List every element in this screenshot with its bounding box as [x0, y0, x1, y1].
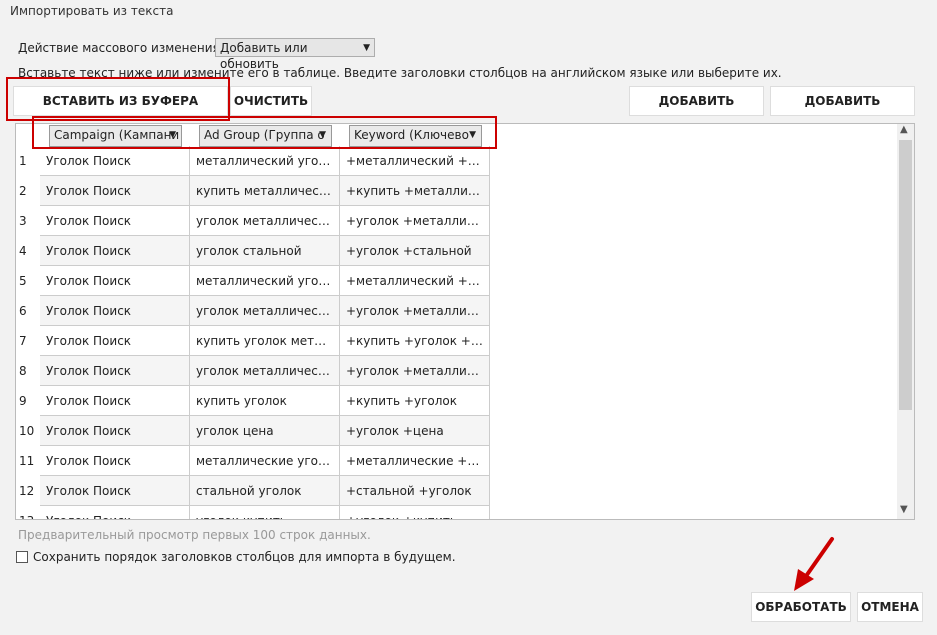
- row-number: 9: [19, 394, 27, 408]
- paste-clipboard-button[interactable]: ВСТАВИТЬ ИЗ БУФЕРА ОБМЕНА: [13, 86, 228, 136]
- chevron-down-icon: ▼: [363, 43, 370, 53]
- table-row[interactable]: 5 Уголок Поиск металлический уголок +металл…: [16, 266, 496, 296]
- grid-cell[interactable]: Уголок Поиск: [40, 146, 190, 176]
- row-number: 7: [19, 334, 27, 348]
- row-number: 2: [19, 184, 27, 198]
- preview-note: Предварительный просмотр первых 100 стро…: [18, 528, 371, 542]
- cancel-button[interactable]: ОТМЕНА: [857, 592, 923, 622]
- grid-cell[interactable]: уголок цена: [190, 416, 340, 446]
- grid-cell[interactable]: металлический уголок: [190, 266, 340, 296]
- grid-cell[interactable]: Уголок Поиск: [40, 506, 190, 519]
- grid-cell[interactable]: +стальной +уголок: [340, 476, 490, 506]
- row-number: 1: [19, 154, 27, 168]
- data-grid[interactable]: Campaign (Кампани ▼ Ad Group (Группа о ▼ K…: [15, 123, 915, 520]
- grid-cell[interactable]: +уголок +купить: [340, 506, 490, 519]
- table-row[interactable]: 13Уголок Поискуголок купить+уголок +купи…: [16, 506, 496, 519]
- grid-cell[interactable]: +уголок +цена: [340, 416, 490, 446]
- row-number: 8: [19, 364, 27, 378]
- save-order-checkbox[interactable]: [16, 551, 28, 563]
- grid-cell[interactable]: Уголок Поиск: [40, 356, 190, 386]
- header-highlight-box: [32, 116, 497, 149]
- table-row[interactable]: 3 Уголок Поиск уголок металлический +уголок…: [16, 206, 496, 236]
- grid-cell[interactable]: Уголок Поиск: [40, 416, 190, 446]
- table-row[interactable]: 2 Уголок Поиск купить металлически… +купить…: [16, 176, 496, 206]
- grid-cell[interactable]: +металлические +уго…: [340, 446, 490, 476]
- row-number: 11: [19, 454, 35, 468]
- grid-cell[interactable]: Уголок Поиск: [40, 236, 190, 266]
- row-number: 4: [19, 244, 27, 258]
- save-order-label: Сохранить порядок заголовков столбцов дл…: [33, 550, 456, 564]
- grid-cell[interactable]: уголок металлически…: [190, 296, 340, 326]
- row-number: 5: [19, 274, 27, 288]
- grid-cell[interactable]: +уголок +стальной: [340, 236, 490, 266]
- grid-cell[interactable]: +металлический +уго…: [340, 146, 490, 176]
- grid-cell[interactable]: купить уголок металл…: [190, 326, 340, 356]
- grid-cell[interactable]: уголок купить: [190, 506, 340, 519]
- process-button[interactable]: ОБРАБОТАТЬ: [751, 592, 851, 622]
- grid-cell[interactable]: купить металлически…: [190, 176, 340, 206]
- grid-cell[interactable]: стальной уголок: [190, 476, 340, 506]
- table-row[interactable]: 4 Уголок Поиск уголок стальной +уголок +ста…: [16, 236, 496, 266]
- row-number: 6: [19, 304, 27, 318]
- grid-cell[interactable]: Уголок Поиск: [40, 176, 190, 206]
- row-number: 10: [19, 424, 35, 438]
- bulk-action-select[interactable]: Добавить или обновить ▼: [215, 38, 375, 71]
- grid-cell[interactable]: Уголок Поиск: [40, 266, 190, 296]
- grid-cell[interactable]: +купить +уголок +ме…: [340, 326, 490, 356]
- grid-cell[interactable]: уголок металлически…: [190, 356, 340, 386]
- row-number: 12: [19, 484, 35, 498]
- grid-cell[interactable]: +купить +уголок: [340, 386, 490, 416]
- grid-cell[interactable]: +металлический +уго…: [340, 266, 490, 296]
- clear-button[interactable]: ОЧИСТИТЬ: [230, 86, 312, 116]
- scroll-down-icon[interactable]: ▼: [900, 504, 908, 515]
- grid-cell[interactable]: +уголок +металличес…: [340, 356, 490, 386]
- grid-cell[interactable]: Уголок Поиск: [40, 476, 190, 506]
- grid-cell[interactable]: +уголок +металличес…: [340, 206, 490, 236]
- grid-cell[interactable]: купить уголок: [190, 386, 340, 416]
- table-row[interactable]: 10 Уголок Поиск уголок цена +уголок +цена: [16, 416, 496, 446]
- grid-cell[interactable]: уголок металлический: [190, 206, 340, 236]
- row-number: 13: [19, 514, 39, 519]
- row-number: 3: [19, 214, 27, 228]
- grid-cell[interactable]: уголок стальной: [190, 236, 340, 266]
- scrollbar-thumb[interactable]: [899, 140, 912, 410]
- grid-cell[interactable]: Уголок Поиск: [40, 296, 190, 326]
- table-row[interactable]: 6 Уголок Поиск уголок металлически… +уголок…: [16, 296, 496, 326]
- table-row[interactable]: 12 Уголок Поиск стальной уголок +стальной +…: [16, 476, 496, 506]
- grid-cell[interactable]: +уголок +металличес…: [340, 296, 490, 326]
- add-column-button[interactable]: ДОБАВИТЬ СТОЛБЕЦ: [770, 86, 915, 136]
- grid-cell[interactable]: Уголок Поиск: [40, 446, 190, 476]
- grid-cell[interactable]: Уголок Поиск: [40, 386, 190, 416]
- grid-cell[interactable]: металлический уголок…: [190, 146, 340, 176]
- red-arrow-icon: [794, 537, 834, 591]
- scroll-up-icon[interactable]: ▲: [900, 124, 908, 135]
- grid-cell[interactable]: металлические уголки: [190, 446, 340, 476]
- table-row[interactable]: 1 Уголок Поиск металлический уголок… +метал…: [16, 146, 496, 176]
- window-title: Импортировать из текста: [10, 4, 174, 18]
- bulk-action-label: Действие массового изменения:: [18, 41, 224, 55]
- table-row[interactable]: 9 Уголок Поиск купить уголок +купить +уголо…: [16, 386, 496, 416]
- table-row[interactable]: 11 Уголок Поиск металлические уголки +метал…: [16, 446, 496, 476]
- grid-cell[interactable]: Уголок Поиск: [40, 326, 190, 356]
- add-row-button[interactable]: ДОБАВИТЬ СТРОКУ: [629, 86, 764, 136]
- table-row[interactable]: 7 Уголок Поиск купить уголок металл… +купит…: [16, 326, 496, 356]
- grid-cell[interactable]: +купить +металличес…: [340, 176, 490, 206]
- table-row[interactable]: 8 Уголок Поиск уголок металлически… +уголок…: [16, 356, 496, 386]
- grid-cell[interactable]: Уголок Поиск: [40, 206, 190, 236]
